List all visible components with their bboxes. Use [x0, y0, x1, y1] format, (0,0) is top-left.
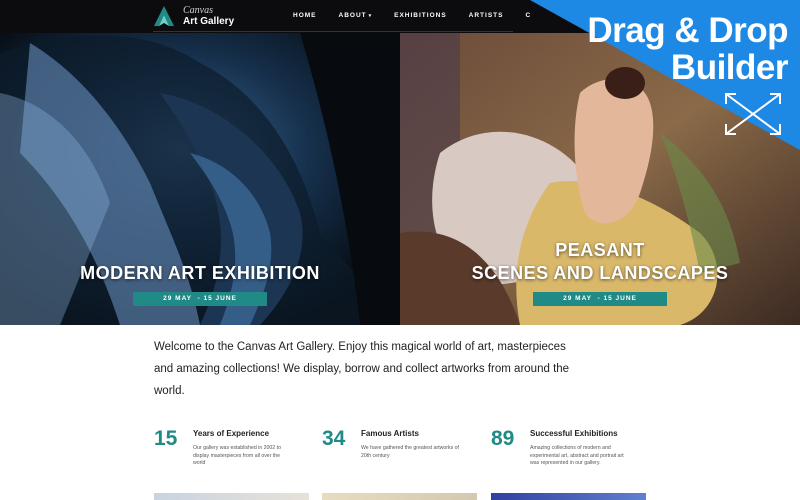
main-nav: HOME ABOUT ▾ EXHIBITIONS ARTISTS C: [293, 12, 553, 19]
stat-description: We have gathered the greatest artworks o…: [361, 445, 459, 459]
stat-number: 34: [322, 427, 346, 450]
logo-subtitle: Canvas: [183, 5, 213, 16]
stat-title: Years of Experience: [193, 429, 270, 438]
nav-home[interactable]: HOME: [293, 12, 317, 19]
nav-about-label: ABOUT: [338, 12, 367, 19]
triangle-a-logo-icon: [154, 6, 174, 26]
promo-line2: Builder: [670, 48, 789, 87]
promo-line1: Drag & Drop: [587, 11, 788, 50]
stat-title: Successful Exhibitions: [530, 429, 618, 438]
stat-description: Our gallery was established in 2002 to d…: [193, 445, 281, 466]
intro-text: Welcome to the Canvas Art Gallery. Enjoy…: [154, 341, 570, 397]
chevron-down-icon: ▾: [368, 13, 373, 19]
header-divider: [153, 31, 513, 32]
hero-right-date-badge: 29 MAY - 15 JUNE: [533, 292, 667, 306]
site-logo[interactable]: Canvas Art Gallery: [153, 5, 234, 27]
gallery-thumbnail[interactable]: [491, 493, 646, 500]
hero-right-title-line1: PEASANT: [555, 240, 645, 260]
nav-about[interactable]: ABOUT ▾: [339, 12, 373, 19]
hero-slide-modern-art[interactable]: MODERN ART EXHIBITION 29 MAY - 15 JUNE: [0, 33, 400, 325]
gallery-thumbnail[interactable]: [322, 493, 477, 500]
nav-contacts[interactable]: C: [525, 12, 531, 19]
stat-title: Famous Artists: [361, 429, 419, 438]
stat-number: 15: [154, 427, 178, 450]
nav-exhibitions[interactable]: EXHIBITIONS: [394, 12, 447, 19]
stat-number: 89: [491, 427, 515, 450]
stat-description: Amazing collections of modern and experi…: [530, 445, 624, 466]
hero-right-title-line2: SCENES AND LANDSCAPES: [471, 263, 729, 283]
gallery-thumbnail[interactable]: [154, 493, 309, 500]
hero-left-title: MODERN ART EXHIBITION: [80, 263, 320, 283]
hero-left-date-badge: 29 MAY - 15 JUNE: [133, 292, 267, 306]
page: Canvas Art Gallery HOME ABOUT ▾ EXHIBITIO…: [0, 0, 800, 500]
nav-artists[interactable]: ARTISTS: [469, 12, 504, 19]
logo-title: Art Gallery: [183, 16, 235, 27]
